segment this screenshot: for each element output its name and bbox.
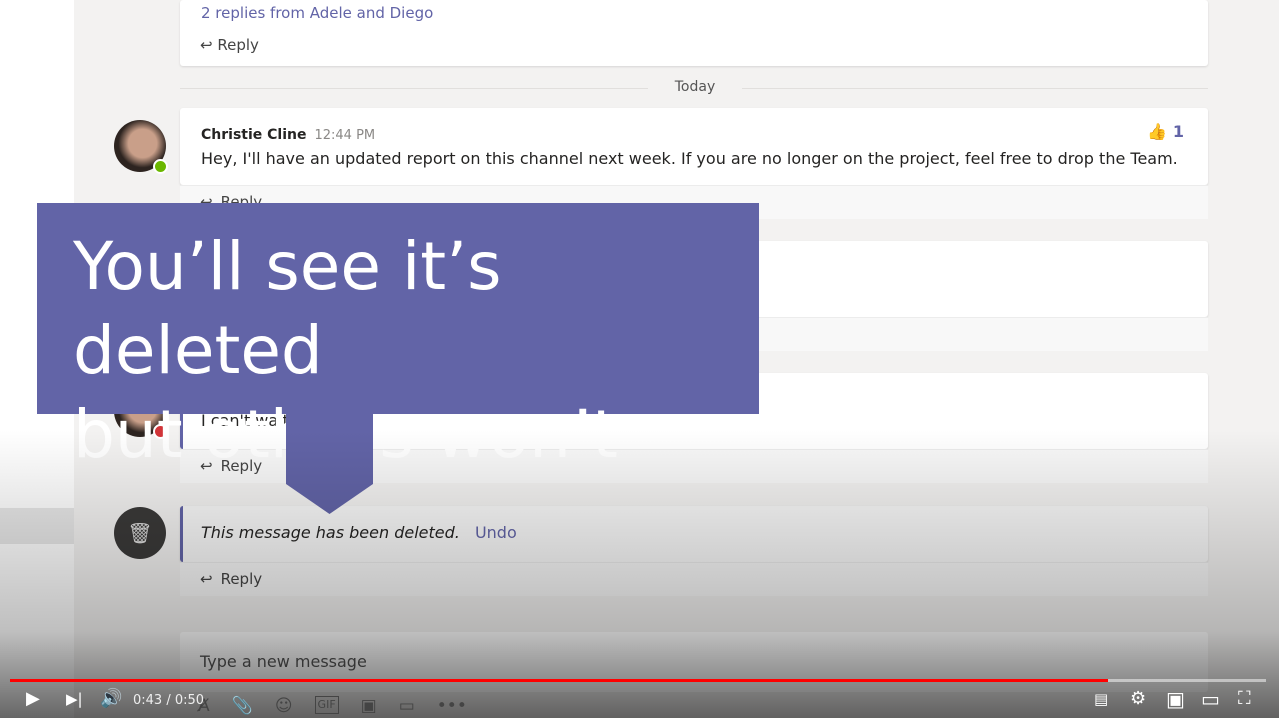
divider-line	[180, 88, 648, 89]
reaction[interactable]: 👍 1	[1147, 122, 1184, 141]
caption-line: You’ll see it’s deleted	[73, 228, 502, 389]
avatar[interactable]	[114, 120, 168, 174]
reply-icon: ↩	[200, 570, 213, 588]
reply-button[interactable]: ↩ Reply	[180, 26, 1208, 64]
player-controls: A̸ 📎 ☺ GIF ▣ ▭ ••• ▶ ▶| 🔊 0:43 / 0:50 ▤ ⚙ ▣ ▭ …	[0, 676, 1279, 718]
more-icon[interactable]: •••	[437, 696, 467, 716]
timestamp: 12:44 PM	[314, 128, 376, 143]
message-card: Christie Cline 12:44 PM 👍 1 Hey, I'll hav…	[180, 108, 1208, 185]
next-icon[interactable]: ▶|	[66, 688, 83, 710]
fullscreen-icon[interactable]: ⛶	[1238, 688, 1251, 710]
gif-icon[interactable]: GIF	[314, 696, 339, 714]
settings-icon[interactable]: ⚙	[1130, 688, 1146, 710]
progress-bar[interactable]	[10, 679, 1266, 682]
undo-link[interactable]: Undo	[475, 523, 517, 542]
compose-toolbar: A̸ 📎 ☺ GIF ▣ ▭ •••	[198, 696, 467, 716]
subtitles-icon[interactable]: ▤	[1094, 688, 1108, 710]
reaction-count: 1	[1172, 122, 1184, 141]
author-name[interactable]: Christie Cline	[201, 127, 306, 143]
volume-icon[interactable]: 🔊	[100, 688, 122, 710]
meet-icon[interactable]: ▭	[399, 696, 415, 716]
message-text: Hey, I'll have an updated report on this…	[201, 149, 1178, 168]
reply-button[interactable]: ↩ Reply	[180, 562, 1208, 596]
deleted-message: This message has been deleted. Undo	[180, 506, 1208, 562]
replies-link[interactable]: 2 replies from Adele and Diego	[180, 0, 1208, 26]
caption-overlay: You’ll see it’s deleted but others won’t	[37, 203, 759, 473]
reply-label: Reply	[217, 36, 259, 54]
status-available-icon	[153, 159, 168, 174]
attach-icon[interactable]: 📎	[232, 696, 253, 716]
compose-placeholder: Type a new message	[200, 652, 367, 671]
divider-line	[742, 88, 1208, 89]
progress-fill	[10, 679, 1108, 682]
trash-icon: 🗑	[114, 507, 166, 559]
emoji-icon[interactable]: ☺	[275, 696, 293, 716]
theater-icon[interactable]: ▭	[1201, 688, 1220, 710]
play-icon[interactable]: ▶	[26, 688, 40, 710]
caption-line: but others won’t	[73, 396, 618, 473]
reply-label: Reply	[220, 570, 263, 588]
selected-item[interactable]	[0, 508, 74, 544]
thumbs-up-icon: 👍	[1147, 122, 1168, 141]
time-display: 0:43 / 0:50	[133, 693, 205, 708]
miniplayer-icon[interactable]: ▣	[1166, 688, 1185, 710]
previous-thread: 2 replies from Adele and Diego ↩ Reply	[180, 0, 1208, 66]
date-divider: Today	[674, 79, 716, 95]
sticker-icon[interactable]: ▣	[361, 696, 377, 716]
reply-icon: ↩	[200, 36, 218, 54]
deleted-text: This message has been deleted.	[201, 523, 460, 542]
